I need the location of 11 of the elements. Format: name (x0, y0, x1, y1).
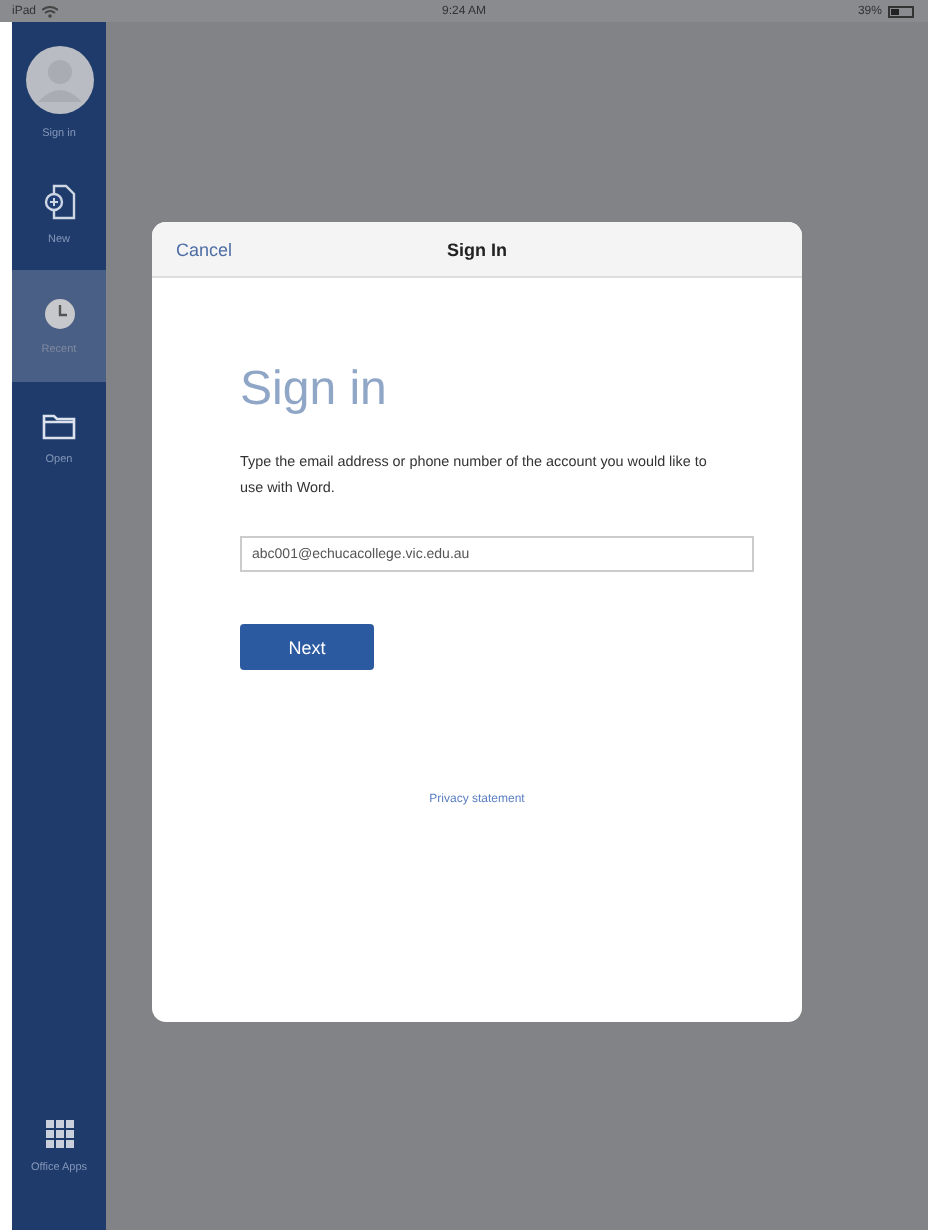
app-grid-icon (45, 1119, 73, 1147)
new-document-icon (43, 183, 75, 219)
folder-icon (42, 411, 76, 439)
cancel-button[interactable]: Cancel (176, 239, 256, 259)
battery-icon (887, 5, 916, 17)
sign-in-heading: Sign in (240, 362, 389, 418)
next-button[interactable]: Next (240, 624, 374, 670)
dialog-title: Sign In (447, 239, 507, 259)
avatar-icon (25, 46, 93, 114)
wifi-icon (42, 5, 59, 17)
clock-icon (43, 297, 75, 329)
